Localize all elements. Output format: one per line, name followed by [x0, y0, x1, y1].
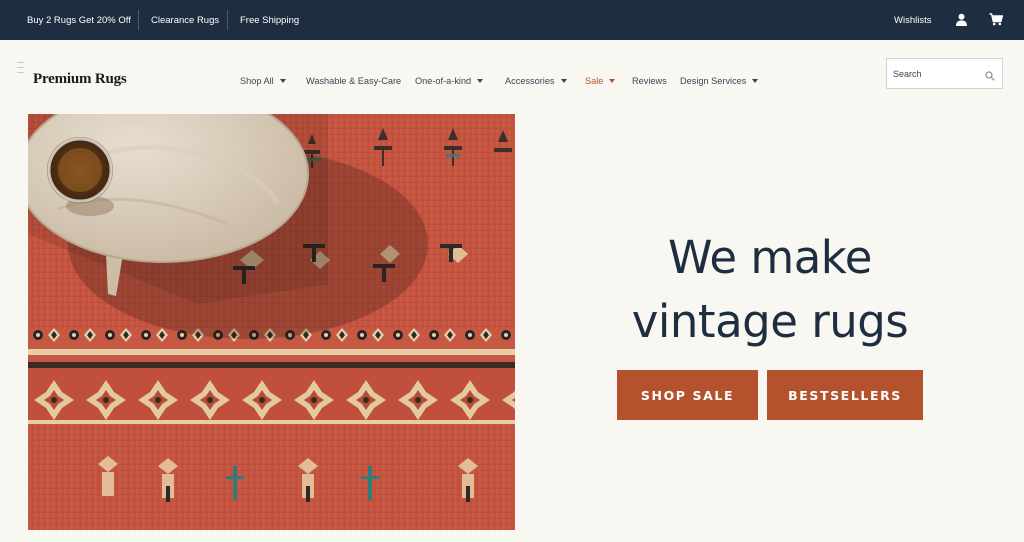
hero-headline: We make vintage rugs: [560, 226, 980, 354]
nav-accessories[interactable]: Accessories: [505, 76, 567, 86]
promo-shipping-link[interactable]: Free Shipping: [240, 0, 299, 40]
nav-label: Washable & Easy-Care: [306, 76, 402, 86]
promo-bundle-link[interactable]: Buy 2 Rugs Get 20% Off: [27, 0, 131, 40]
nav-one-of-a-kind[interactable]: One-of-a-kind: [415, 76, 484, 86]
nav-reviews[interactable]: Reviews: [632, 76, 667, 86]
hero-rug-image: [28, 114, 515, 530]
nav-design-services[interactable]: Design Services: [680, 76, 759, 86]
search-input[interactable]: [893, 66, 973, 82]
user-icon[interactable]: [955, 13, 968, 26]
site-logo[interactable]: Premium Rugs: [33, 71, 127, 88]
chevron-down-icon: [477, 79, 484, 83]
shop-sale-button[interactable]: SHOP SALE: [617, 370, 758, 420]
wishlists-link[interactable]: Wishlists: [894, 0, 931, 40]
headline-line-1: We make: [668, 231, 872, 284]
nav-label: Sale: [585, 76, 604, 86]
chevron-down-icon: [752, 79, 759, 83]
nav-label: Accessories: [505, 76, 555, 86]
nav-sale[interactable]: Sale: [585, 76, 616, 86]
nav-label: Design Services: [680, 76, 747, 86]
divider: [227, 10, 228, 30]
nav-washable[interactable]: Washable & Easy-Care: [306, 76, 401, 86]
bestsellers-button[interactable]: BESTSELLERS: [767, 370, 923, 420]
hamburger-icon[interactable]: [17, 58, 25, 80]
search-icon[interactable]: [985, 68, 995, 81]
nav-shop-all[interactable]: Shop All: [240, 76, 286, 86]
chevron-down-icon: [560, 79, 567, 83]
headline-line-2: vintage rugs: [631, 295, 909, 348]
chevron-down-icon: [279, 79, 286, 83]
chevron-down-icon: [609, 79, 616, 83]
cart-icon[interactable]: [989, 13, 1004, 26]
search-box: [886, 58, 1003, 89]
nav-label: One-of-a-kind: [415, 76, 472, 86]
divider: [138, 10, 139, 30]
announcement-bar: Buy 2 Rugs Get 20% Off Clearance Rugs Fr…: [0, 0, 1024, 40]
nav-label: Shop All: [240, 76, 274, 86]
promo-clearance-link[interactable]: Clearance Rugs: [151, 0, 219, 40]
nav-label: Reviews: [632, 76, 667, 86]
